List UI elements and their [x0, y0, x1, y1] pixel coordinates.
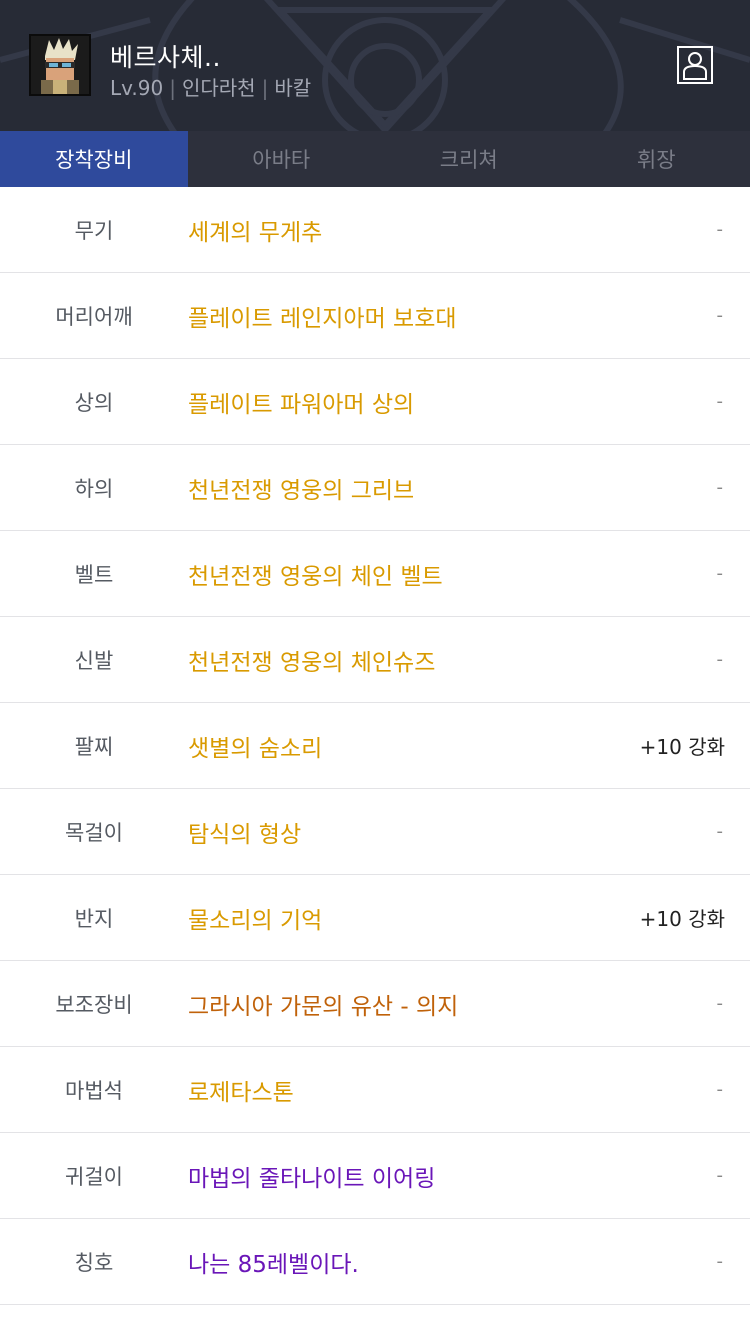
item-name: 천년전쟁 영웅의 그리브 [188, 477, 415, 504]
equipment-tabs: 장착장비 아바타 크리쳐 휘장 [0, 131, 750, 187]
enhance-value: - [716, 563, 724, 584]
equipment-row[interactable]: 반지 물소리의 기억 +10 강화 [0, 875, 750, 961]
slot-label: 머리어깨 [55, 304, 133, 329]
slot-label: 하의 [74, 476, 114, 501]
equipment-row[interactable]: 벨트 천년전쟁 영웅의 체인 벨트 - [0, 531, 750, 617]
slot-label: 목걸이 [65, 820, 123, 845]
profile-header: 베르사체.. Lv.90 | 인다라천 | 바칼 [0, 0, 750, 131]
equipment-row[interactable]: 목걸이 탐식의 형상 - [0, 789, 750, 875]
item-name: 천년전쟁 영웅의 체인 벨트 [188, 563, 443, 590]
enhance-value: - [716, 477, 724, 498]
enhance-value: - [716, 1251, 724, 1272]
slot-label: 상의 [74, 390, 114, 415]
character-name: 베르사체.. [110, 43, 221, 72]
item-name: 로제타스톤 [188, 1079, 294, 1106]
enhance-value: +10 강화 [639, 907, 725, 931]
slot-label: 벨트 [74, 562, 114, 587]
equipment-row[interactable]: 귀걸이 마법의 줄타나이트 이어링 - [0, 1133, 750, 1219]
item-name: 세계의 무게추 [188, 219, 323, 246]
tab-creature[interactable]: 크리쳐 [375, 131, 563, 187]
item-name: 탐식의 형상 [188, 821, 302, 848]
tab-avatar[interactable]: 아바타 [188, 131, 376, 187]
equipment-row[interactable]: 보조장비 그라시아 가문의 유산 - 의지 - [0, 961, 750, 1047]
info-separator: | [169, 76, 176, 100]
equipment-row[interactable]: 상의 플레이트 파워아머 상의 - [0, 359, 750, 445]
equipment-list: 무기 세계의 무게추 - 머리어깨 플레이트 레인지아머 보호대 - 상의 플레… [0, 187, 750, 1305]
equipment-row[interactable]: 하의 천년전쟁 영웅의 그리브 - [0, 445, 750, 531]
item-name: 그라시아 가문의 유산 - 의지 [188, 993, 459, 1020]
tab-emblem[interactable]: 휘장 [563, 131, 750, 187]
character-avatar[interactable] [29, 34, 91, 96]
slot-label: 보조장비 [55, 992, 133, 1017]
enhance-value: - [716, 219, 724, 240]
character-server: 바칼 [274, 76, 312, 100]
enhance-value: - [716, 649, 724, 670]
slot-label: 귀걸이 [65, 1164, 123, 1189]
enhance-value: - [716, 1079, 724, 1100]
equipment-row[interactable]: 칭호 나는 85레벨이다. - [0, 1219, 750, 1305]
enhance-value: - [716, 1165, 724, 1186]
slot-label: 반지 [74, 906, 114, 931]
item-name: 마법의 줄타나이트 이어링 [188, 1165, 436, 1192]
item-name: 천년전쟁 영웅의 체인슈즈 [188, 649, 436, 676]
enhance-value: - [716, 993, 724, 1014]
enhance-value: - [716, 821, 724, 842]
slot-label: 팔찌 [74, 734, 114, 759]
equipment-row[interactable]: 마법석 로제타스톤 - [0, 1047, 750, 1133]
item-name: 플레이트 파워아머 상의 [188, 391, 415, 418]
slot-label: 신발 [74, 648, 114, 673]
equipment-row[interactable]: 무기 세계의 무게추 - [0, 187, 750, 273]
slot-label: 칭호 [74, 1250, 114, 1275]
enhance-value: - [716, 305, 724, 326]
item-name: 플레이트 레인지아머 보호대 [188, 305, 457, 332]
character-level: Lv.90 [110, 76, 164, 100]
character-info: Lv.90 | 인다라천 | 바칼 [110, 72, 311, 101]
profile-button[interactable] [677, 46, 713, 84]
equipment-row[interactable]: 신발 천년전쟁 영웅의 체인슈즈 - [0, 617, 750, 703]
equipment-row[interactable]: 머리어깨 플레이트 레인지아머 보호대 - [0, 273, 750, 359]
equipment-row[interactable]: 팔찌 샛별의 숨소리 +10 강화 [0, 703, 750, 789]
slot-label: 마법석 [65, 1078, 123, 1103]
character-portrait-icon [31, 36, 89, 94]
tab-equipment[interactable]: 장착장비 [0, 131, 188, 187]
item-name: 나는 85레벨이다. [188, 1251, 359, 1278]
enhance-value: +10 강화 [639, 735, 725, 759]
info-separator: | [261, 76, 269, 100]
slot-label: 무기 [74, 218, 114, 243]
person-profile-icon [683, 52, 707, 80]
enhance-value: - [716, 391, 724, 412]
character-job: 인다라천 [181, 76, 256, 100]
